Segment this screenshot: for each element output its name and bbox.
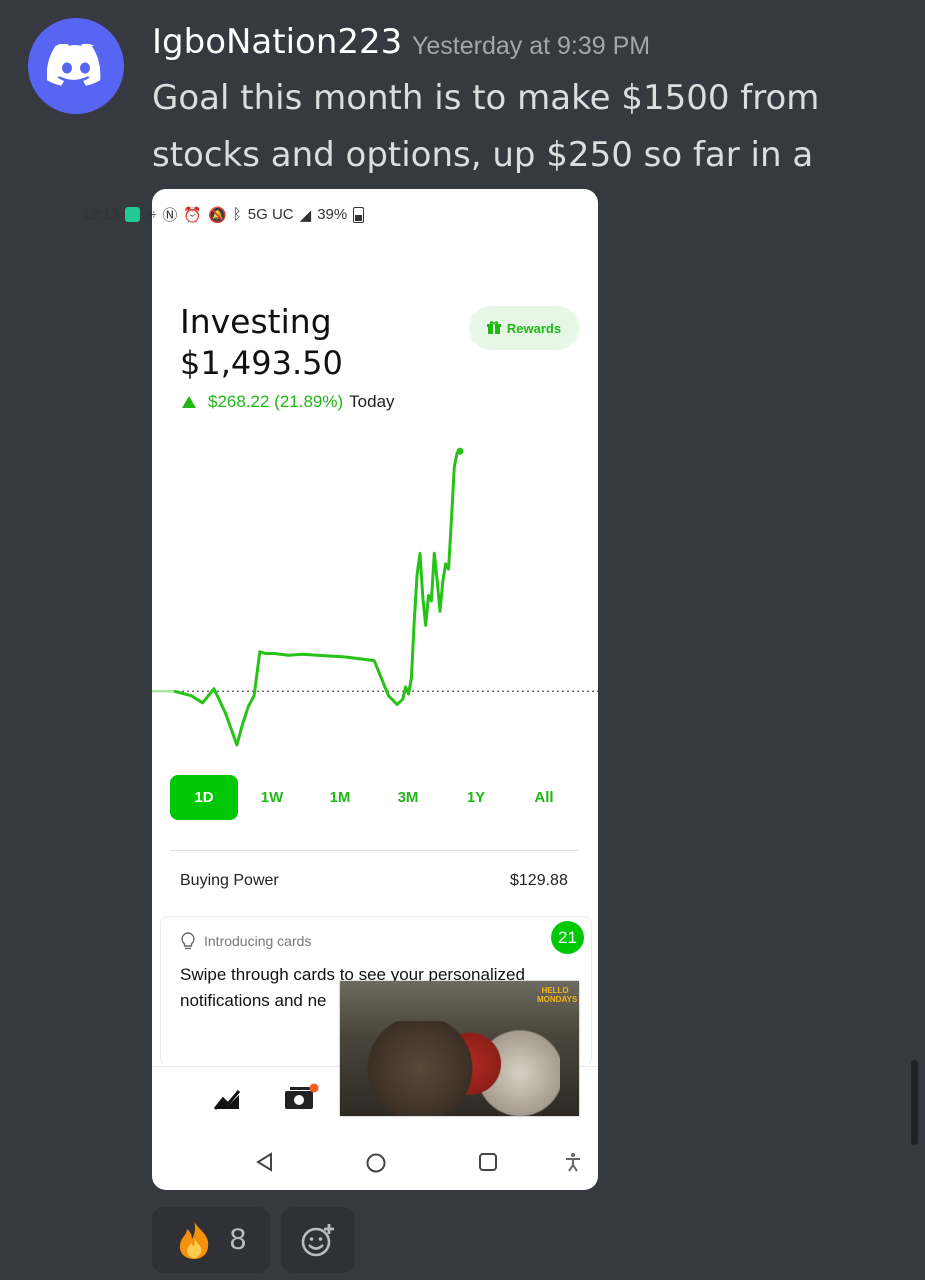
alarm-icon: ⏰ (183, 206, 203, 224)
portfolio-chart[interactable] (152, 430, 598, 760)
back-icon[interactable] (255, 1152, 275, 1172)
range-all[interactable]: All (510, 775, 578, 820)
reaction-count: 8 (229, 1223, 247, 1256)
divider (170, 850, 578, 851)
card-header-text: Introducing cards (204, 933, 312, 949)
range-3m[interactable]: 3M (374, 775, 442, 820)
home-icon[interactable] (365, 1152, 387, 1174)
signal-icon: ◢ (299, 206, 312, 224)
range-1y[interactable]: 1Y (442, 775, 510, 820)
accessibility-icon[interactable] (564, 1152, 582, 1172)
status-time: 12:13 (81, 206, 120, 223)
rewards-button[interactable]: Rewards (469, 306, 579, 350)
rewards-label: Rewards (506, 320, 562, 336)
buying-power-label[interactable]: Buying Power (180, 872, 279, 890)
battery-percent: 39% (317, 206, 348, 223)
lightbulb-icon (181, 932, 195, 950)
fire-reaction[interactable]: 8 (152, 1207, 270, 1273)
fire-emoji-icon (179, 1221, 208, 1259)
range-1w[interactable]: 1W (238, 775, 306, 820)
nfc-icon: Ⓝ (162, 207, 178, 224)
battery-icon (353, 206, 365, 223)
user-avatar[interactable] (28, 18, 124, 114)
range-1m[interactable]: 1M (306, 775, 374, 820)
series-end-point (456, 447, 464, 455)
phone-status-bar: 12:13 ⁜ Ⓝ ⏰ 🔕 ᛒ 5G UC ◢ 39% (0, 204, 446, 225)
scrollbar[interactable] (911, 1060, 918, 1145)
bluetooth-icon: ᛒ (232, 206, 242, 223)
time-range-selector: 1D 1W 1M 3M 1Y All (170, 775, 578, 820)
cash-nav-icon[interactable] (284, 1083, 320, 1113)
portfolio-series-line (173, 450, 461, 747)
app-notification-icon (125, 207, 141, 222)
network-label: 5G UC (247, 206, 294, 223)
video-crowd (360, 1021, 560, 1116)
triangle-up-icon (182, 396, 196, 408)
discord-logo-icon (47, 44, 101, 86)
card-header: Introducing cards (180, 932, 311, 950)
investing-nav-icon[interactable] (214, 1087, 240, 1111)
bell-off-icon: 🔕 (208, 206, 227, 224)
buying-power-value: $129.88 (510, 872, 568, 889)
daily-change: $268.22 (21.89%) Today (182, 392, 395, 412)
username[interactable]: IgboNation223 (152, 22, 402, 62)
system-navigation-bar (152, 1140, 598, 1184)
message-timestamp: Yesterday at 9:39 PM (412, 32, 651, 60)
change-amount: $268.22 (21.89%) (208, 392, 344, 411)
change-period: Today (349, 392, 395, 411)
investing-title: Investing (180, 302, 332, 341)
add-reaction-button[interactable] (281, 1207, 355, 1273)
range-1d[interactable]: 1D (170, 775, 238, 820)
recents-icon[interactable] (478, 1152, 498, 1172)
portfolio-value: $1,493.50 (180, 344, 343, 382)
video-logo-text: HELLO MONDAYS (537, 986, 578, 1004)
grid-icon: ⁜ (146, 207, 157, 222)
gift-icon (486, 321, 501, 334)
video-overlay[interactable]: HELLO MONDAYS (340, 981, 579, 1116)
add-reaction-icon (301, 1224, 334, 1257)
card-count-badge: 21 (551, 921, 584, 954)
